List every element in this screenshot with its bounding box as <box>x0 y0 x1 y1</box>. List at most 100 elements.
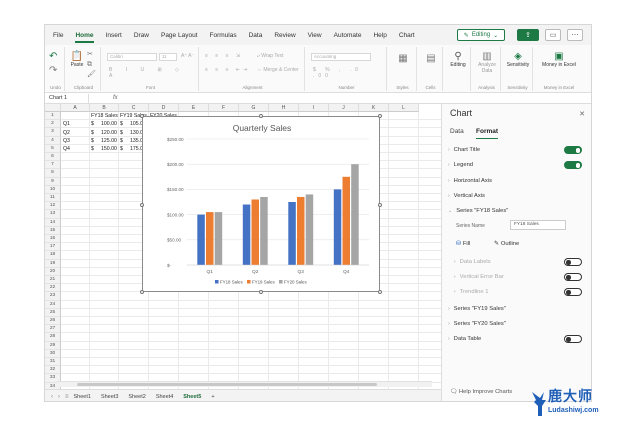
chart-object[interactable]: Quarterly Sales $- $50.00 $100.00 $150.00 $20… <box>140 114 382 294</box>
analyze-data-button[interactable]: ▥ Analyze Data <box>475 51 499 74</box>
section-data-table[interactable]: › Data Table <box>448 333 584 345</box>
close-icon[interactable]: ✕ <box>579 110 585 118</box>
chart-title-toggle[interactable] <box>564 146 582 154</box>
quarter-cell[interactable]: Q4 <box>63 146 70 152</box>
column-header[interactable]: F <box>209 104 239 112</box>
tab-data[interactable]: Data <box>249 32 263 39</box>
tab-file[interactable]: File <box>53 32 63 39</box>
column-header[interactable]: E <box>179 104 209 112</box>
align-horizontal-icons[interactable]: ≡ ≡ ≡ ⇤⇥ <box>205 67 250 73</box>
sheet-tab-sheet5[interactable]: Sheet5 <box>183 394 201 400</box>
paste-button[interactable]: 📋 Paste <box>69 51 85 68</box>
font-size-box[interactable]: 11 <box>159 53 177 61</box>
redo-button[interactable]: ↷ <box>49 65 57 76</box>
series-name-input[interactable]: FY18 Sales <box>510 220 566 230</box>
section-chart-title[interactable]: › Chart Title <box>448 144 584 156</box>
tab-format[interactable]: Format <box>476 128 499 139</box>
row-header[interactable]: 9 <box>45 177 61 186</box>
error-bar-toggle[interactable] <box>564 273 582 281</box>
resize-handle[interactable] <box>259 114 263 118</box>
row-header[interactable]: 18 <box>45 251 61 260</box>
row-header[interactable]: 30 <box>45 349 61 358</box>
quarter-cell[interactable]: Q1 <box>63 121 70 127</box>
sensitivity-button[interactable]: ◈ Sensitivity <box>505 51 531 68</box>
tab-data[interactable]: Data <box>450 128 464 135</box>
column-header[interactable]: J <box>329 104 359 112</box>
wrap-text-button[interactable]: ⤶ Wrap Text <box>257 53 284 59</box>
row-header[interactable]: 20 <box>45 267 61 276</box>
prev-sheet-icon[interactable]: ‹ <box>51 394 53 400</box>
column-header[interactable]: A <box>61 104 90 112</box>
fill-button[interactable]: ⛁ Fill <box>456 238 496 250</box>
row-header[interactable]: 11 <box>45 194 61 203</box>
font-family-box[interactable]: Calibri <box>107 53 157 61</box>
row-header[interactable]: 6 <box>45 153 61 162</box>
more-options-button[interactable]: ⋯ <box>567 29 583 41</box>
find-button[interactable]: ⚲ Editing <box>447 51 469 68</box>
row-header[interactable]: 29 <box>45 341 61 350</box>
value-cell[interactable]: 120.00 <box>101 130 117 136</box>
row-header[interactable]: 7 <box>45 161 61 170</box>
column-header[interactable]: B <box>90 104 119 112</box>
share-button[interactable]: ⇪ <box>517 29 539 41</box>
resize-handle[interactable] <box>378 203 382 207</box>
row-header[interactable]: 23 <box>45 292 61 301</box>
column-header[interactable]: C <box>119 104 149 112</box>
resize-handle[interactable] <box>140 290 144 294</box>
tab-chart[interactable]: Chart <box>399 32 415 39</box>
row-header[interactable]: 26 <box>45 317 61 326</box>
section-legend[interactable]: › Legend <box>448 159 584 171</box>
sheet-tab-sheet1[interactable]: Sheet1 <box>74 394 91 400</box>
section-series-fy19[interactable]: › Series "FY19 Sales" <box>448 303 584 315</box>
sub-data-labels[interactable]: › Data Labels <box>454 256 584 268</box>
next-sheet-icon[interactable]: › <box>58 394 60 400</box>
row-header[interactable]: 4 <box>45 136 61 145</box>
value-cell[interactable]: 150.00 <box>101 146 117 152</box>
resize-handle[interactable] <box>378 114 382 118</box>
cells-button[interactable]: ▤ <box>422 53 440 64</box>
column-header[interactable]: G <box>239 104 269 112</box>
name-box[interactable]: Chart 1 <box>49 94 89 103</box>
sub-vertical-error-bar[interactable]: › Vertical Error Bar <box>454 271 584 283</box>
row-header[interactable]: 14 <box>45 218 61 227</box>
money-in-excel-button[interactable]: ▣ Money in Excel <box>541 51 577 68</box>
tab-formulas[interactable]: Formulas <box>210 32 237 39</box>
grow-font-icon[interactable]: A⁺ A⁻ <box>181 53 194 59</box>
column-header[interactable]: K <box>359 104 389 112</box>
trendline-toggle[interactable] <box>564 288 582 296</box>
number-format-icons[interactable]: $ % , .0 .00 <box>313 67 386 79</box>
format-painter-button[interactable]: 🖌 <box>87 69 96 80</box>
row-header[interactable]: 16 <box>45 235 61 244</box>
column-header[interactable]: H <box>269 104 299 112</box>
select-all-corner[interactable] <box>45 104 61 112</box>
quarter-cell[interactable]: Q2 <box>63 130 70 136</box>
align-top-icons[interactable]: ≡ ≡ ≡ ⇲ <box>205 53 243 59</box>
sub-trendline[interactable]: › Trendline 1 <box>454 286 584 298</box>
row-header[interactable]: 15 <box>45 226 61 235</box>
row-header[interactable]: 1 <box>45 112 61 121</box>
resize-handle[interactable] <box>140 203 144 207</box>
tab-page-layout[interactable]: Page Layout <box>161 32 198 39</box>
styles-button[interactable]: ▦ <box>393 53 413 64</box>
tab-home[interactable]: Home <box>75 32 94 43</box>
currency-symbol[interactable]: $ <box>120 138 123 144</box>
comments-button[interactable]: ▭ <box>545 29 561 41</box>
section-series-fy18[interactable]: ⌄ Series "FY18 Sales" <box>448 205 584 217</box>
row-header[interactable]: 19 <box>45 259 61 268</box>
row-header[interactable]: 10 <box>45 185 61 194</box>
all-sheets-icon[interactable]: ≡ <box>65 394 69 400</box>
help-improve-link[interactable]: 🗨 Help Improve Charts <box>450 389 512 395</box>
legend-toggle[interactable] <box>564 161 582 169</box>
column-header[interactable]: L <box>389 104 419 112</box>
resize-handle[interactable] <box>140 114 144 118</box>
tab-view[interactable]: View <box>308 32 322 39</box>
merge-center-button[interactable]: ⇔ Merge & Center <box>257 67 299 73</box>
scrollbar-thumb[interactable] <box>77 383 377 386</box>
currency-symbol[interactable]: $ <box>120 121 123 127</box>
row-header[interactable]: 25 <box>45 308 61 317</box>
number-format-box[interactable]: Accounting <box>311 53 371 61</box>
tab-help[interactable]: Help <box>373 32 386 39</box>
section-horizontal-axis[interactable]: › Horizontal Axis <box>448 175 584 187</box>
editing-mode-button[interactable]: ✎ Editing ⌄ <box>457 29 505 41</box>
tab-automate[interactable]: Automate <box>334 32 362 39</box>
